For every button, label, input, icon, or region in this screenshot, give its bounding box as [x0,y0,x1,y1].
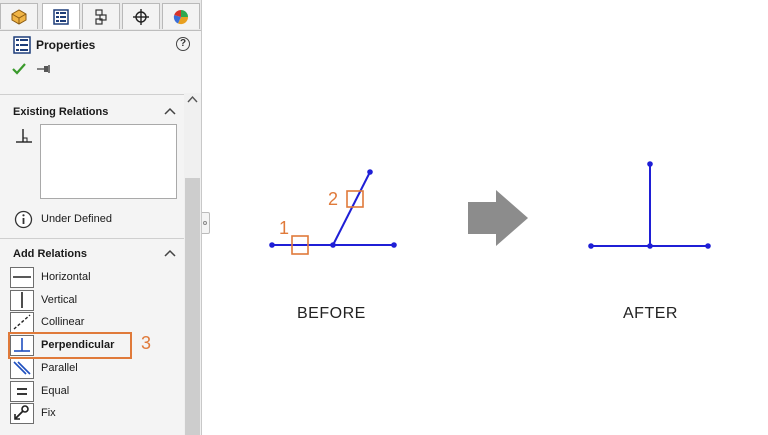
endpoint [330,242,336,248]
before-label: BEFORE [297,305,366,322]
add-relations-title: Add Relations [13,248,87,260]
panel-splitter-handle[interactable] [202,212,210,234]
relation-label: Parallel [41,362,78,374]
relation-vertical[interactable]: Vertical [10,289,194,311]
panel-scrollbar[interactable] [184,93,201,435]
crosshair-icon [133,8,149,25]
fix-icon [10,402,34,424]
tab-property-manager[interactable] [42,3,80,29]
tab-configuration-manager[interactable] [82,3,120,29]
relation-horizontal[interactable]: Horizontal [10,266,194,288]
relations-icon [16,129,32,143]
relation-collinear[interactable]: Collinear [10,311,194,333]
after-sketch [588,161,711,249]
collapse-chevron-icon[interactable] [164,248,176,258]
after-label: AFTER [623,305,678,322]
vertical-icon [10,289,34,311]
highlight-box-2 [346,190,364,208]
header-divider [0,94,184,95]
help-icon[interactable]: ? [176,37,190,51]
collinear-icon [10,311,34,333]
right-arrow-icon [468,190,528,246]
callout-1: 1 [279,218,290,238]
endpoint [647,243,653,249]
relation-label: Horizontal [41,271,91,283]
endpoint [367,169,373,175]
endpoint [647,161,653,167]
property-manager-panel: Properties ? Existing Relations Under De… [0,0,202,435]
callout-2: 2 [328,189,339,209]
relation-label: Collinear [41,316,85,328]
sketch-canvas [269,161,711,255]
feature-tree-icon [11,8,27,25]
tab-display-manager[interactable] [162,3,200,29]
relation-equal[interactable]: Equal [10,380,194,402]
status-under-defined: Under Defined [41,213,112,225]
scroll-thumb[interactable] [185,178,200,435]
add-relations-header[interactable]: Add Relations [0,244,184,264]
info-icon [14,210,33,229]
equal-icon [10,380,34,402]
highlight-box-perpendicular [8,332,132,359]
tab-feature-manager[interactable] [0,3,38,29]
relation-label: Equal [41,385,70,397]
configuration-icon [95,8,107,25]
callout-3: 3 [141,333,152,353]
relation-parallel[interactable]: Parallel [10,357,194,379]
properties-icon [13,36,31,54]
collapse-chevron-icon[interactable] [164,106,176,116]
appearance-pie-icon [173,9,189,24]
relation-label: Vertical [41,294,78,306]
endpoint [269,242,275,248]
ok-checkmark-icon[interactable] [12,63,26,75]
existing-relations-header[interactable]: Existing Relations [0,102,184,122]
scroll-up-icon[interactable] [187,95,198,103]
relation-label: Fix [41,407,56,419]
tab-dimxpert-manager[interactable] [122,3,160,29]
before-after-illustration: 1 2 BEFORE AFTER [210,0,768,435]
relation-fix[interactable]: Fix [10,402,194,424]
manager-tabs [0,0,201,31]
endpoint [588,243,594,249]
endpoint [705,243,711,249]
page-title: Properties [36,38,96,52]
before-sketch [269,169,397,255]
angled-line [332,171,371,246]
existing-relations-list[interactable] [40,124,177,199]
property-list-icon [53,8,69,25]
horizontal-icon [10,266,34,288]
section-divider [0,238,184,239]
endpoint [391,242,397,248]
existing-relations-title: Existing Relations [13,106,109,118]
parallel-icon [10,357,34,379]
pushpin-icon[interactable] [36,63,52,75]
